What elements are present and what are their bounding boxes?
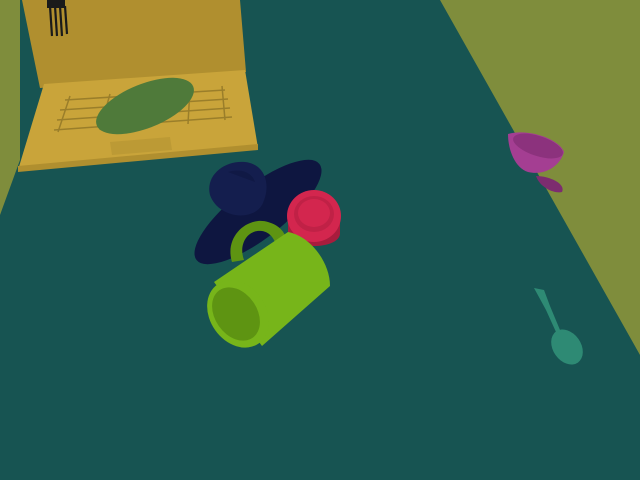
scene-svg xyxy=(0,0,640,480)
scene-canvas xyxy=(0,0,640,480)
